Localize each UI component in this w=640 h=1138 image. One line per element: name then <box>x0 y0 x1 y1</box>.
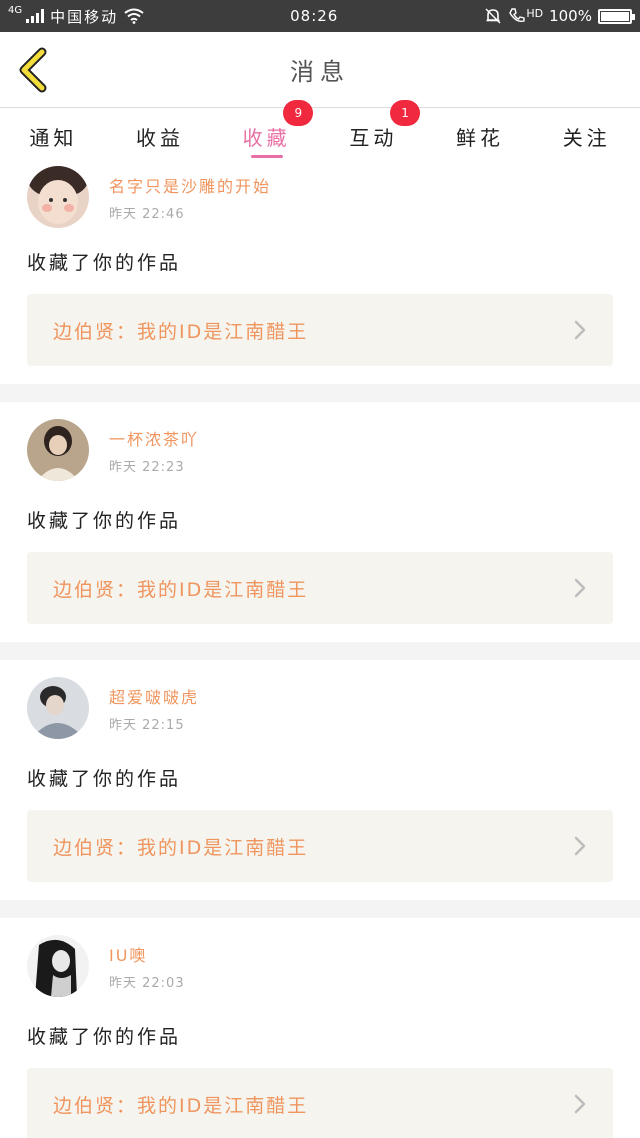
user-name[interactable]: 名字只是沙雕的开始 <box>109 173 271 197</box>
avatar[interactable] <box>27 935 89 997</box>
status-time: 08:26 <box>290 7 339 25</box>
alarm-icon <box>485 8 501 24</box>
work-link[interactable]: 边伯贤：我的ID是江南醋王 <box>27 552 613 624</box>
separator <box>0 384 640 402</box>
message-time: 昨天 22:15 <box>109 717 185 733</box>
tab-bar: 通知 收益 收藏 9 互动 1 鲜花 关注 <box>0 100 640 164</box>
chevron-right-icon <box>574 320 586 340</box>
work-title: 边伯贤：我的ID是江南醋王 <box>53 320 309 343</box>
tab-active-indicator <box>250 155 283 158</box>
user-name[interactable]: 一杯浓茶吖 <box>109 426 199 450</box>
work-link[interactable]: 边伯贤：我的ID是江南醋王 <box>27 810 613 882</box>
work-title: 边伯贤：我的ID是江南醋王 <box>53 1094 309 1117</box>
tab-label: 互动 <box>349 125 398 150</box>
tab-interaction[interactable]: 互动 1 <box>320 100 427 164</box>
message-card: 超爱啵啵虎 昨天 22:15 收藏了你的作品 边伯贤：我的ID是江南醋王 <box>0 660 640 900</box>
message-time: 昨天 22:03 <box>109 975 185 991</box>
user-row: 超爱啵啵虎 昨天 22:15 <box>27 660 613 746</box>
message-time: 昨天 22:46 <box>109 206 185 222</box>
message-card: IU噢 昨天 22:03 收藏了你的作品 边伯贤：我的ID是江南醋王 <box>0 918 640 1138</box>
chevron-right-icon <box>574 836 586 856</box>
work-title: 边伯贤：我的ID是江南醋王 <box>53 578 309 601</box>
status-right: HD 100% <box>484 6 635 25</box>
tab-follow[interactable]: 关注 <box>533 108 640 164</box>
user-info: IU噢 昨天 22:03 <box>109 942 185 991</box>
favorites-badge: 9 <box>283 100 314 126</box>
tab-label: 通知 <box>29 125 78 150</box>
tab-label: 收益 <box>136 125 184 150</box>
user-row: IU噢 昨天 22:03 <box>27 918 613 1004</box>
action-text: 收藏了你的作品 <box>27 252 182 274</box>
user-name[interactable]: IU噢 <box>109 942 185 966</box>
tab-label: 鲜花 <box>456 125 505 150</box>
separator <box>0 642 640 660</box>
action-text: 收藏了你的作品 <box>27 1026 182 1048</box>
user-row: 一杯浓茶吖 昨天 22:23 <box>27 402 613 488</box>
message-time: 昨天 22:23 <box>109 459 185 475</box>
status-left: 4G 中国移动 <box>8 4 144 27</box>
message-card: 名字只是沙雕的开始 昨天 22:46 收藏了你的作品 边伯贤：我的ID是江南醋王 <box>0 164 640 384</box>
separator <box>0 900 640 918</box>
action-text: 收藏了你的作品 <box>27 768 182 790</box>
tab-flowers[interactable]: 鲜花 <box>427 108 534 164</box>
work-link[interactable]: 边伯贤：我的ID是江南醋王 <box>27 1068 613 1138</box>
carrier-name: 中国移动 <box>50 7 119 26</box>
user-name[interactable]: 超爱啵啵虎 <box>109 684 199 708</box>
tab-notice[interactable]: 通知 <box>0 108 107 164</box>
tab-favorites[interactable]: 收藏 9 <box>213 100 320 164</box>
hd-call-icon <box>509 8 526 23</box>
page-title: 消息 <box>290 58 350 86</box>
back-chevron-icon[interactable] <box>14 46 54 94</box>
header: 消息 <box>0 32 640 108</box>
user-info: 超爱啵啵虎 昨天 22:15 <box>109 684 199 733</box>
wifi-icon <box>124 8 144 24</box>
user-info: 名字只是沙雕的开始 昨天 22:46 <box>109 173 271 222</box>
user-row: 名字只是沙雕的开始 昨天 22:46 <box>27 164 613 230</box>
work-title: 边伯贤：我的ID是江南醋王 <box>53 836 309 859</box>
network-type: 4G <box>8 4 23 16</box>
tab-earnings[interactable]: 收益 <box>107 108 214 164</box>
interaction-badge: 1 <box>390 100 421 126</box>
battery-percent: 100% <box>549 7 592 25</box>
user-info: 一杯浓茶吖 昨天 22:23 <box>109 426 199 475</box>
avatar[interactable] <box>27 419 89 481</box>
status-bar: 4G 中国移动 08:26 HD 100% <box>0 0 640 32</box>
action-text: 收藏了你的作品 <box>27 510 182 532</box>
work-link[interactable]: 边伯贤：我的ID是江南醋王 <box>27 294 613 366</box>
tab-label: 关注 <box>562 125 611 150</box>
chevron-right-icon <box>574 578 586 598</box>
message-card: 一杯浓茶吖 昨天 22:23 收藏了你的作品 边伯贤：我的ID是江南醋王 <box>0 402 640 642</box>
signal-icon <box>26 9 45 23</box>
tab-label: 收藏 <box>242 125 291 150</box>
avatar[interactable] <box>27 677 89 739</box>
battery-icon <box>597 8 635 24</box>
chevron-right-icon <box>574 1094 586 1114</box>
hd-label: HD <box>526 6 544 20</box>
avatar[interactable] <box>27 166 89 228</box>
